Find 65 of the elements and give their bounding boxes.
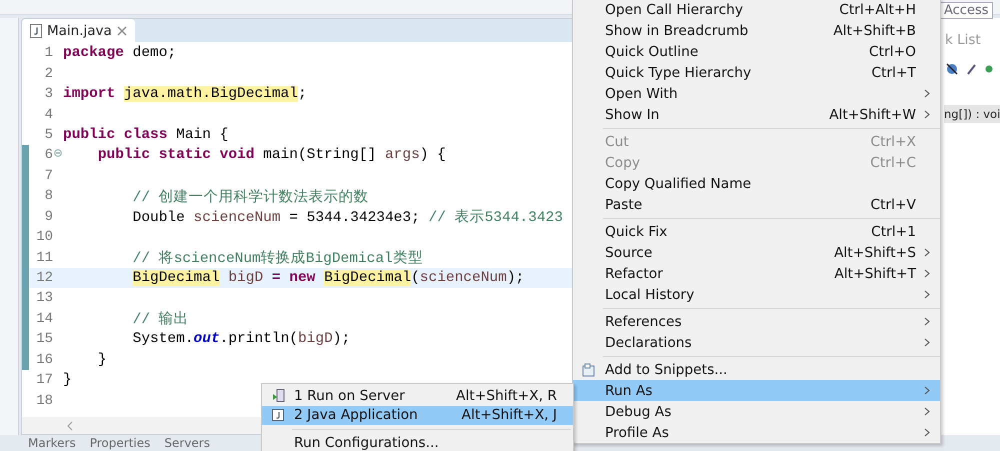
line-number: 16 (35, 352, 53, 368)
line-number: 10 (35, 229, 53, 246)
menu-item[interactable]: Open With (573, 83, 940, 104)
line-number: 2 (44, 66, 53, 82)
close-icon[interactable] (116, 26, 127, 36)
menu-item[interactable]: Declarations (573, 332, 940, 353)
view-tab[interactable]: Servers (164, 436, 210, 450)
globe-icon[interactable] (945, 62, 959, 76)
code-line: } (96, 352, 107, 368)
menu-item[interactable]: References (573, 311, 940, 332)
code-line: // 将scienceNum转换成BigDemical类型 (132, 249, 423, 268)
menu-item[interactable]: Quick Type Hierarchy Ctrl+T (573, 62, 940, 83)
line-number: 8 (44, 188, 53, 204)
line-number: 7 (44, 168, 53, 184)
menu-item[interactable]: Quick Outline Ctrl+O (573, 41, 940, 62)
menu-item[interactable]: Show In Alt+Shift+W (573, 104, 940, 125)
menu-item[interactable]: Refactor Alt+Shift+T (573, 263, 940, 284)
menu-item[interactable]: Copy Qualified Name (573, 173, 940, 194)
code-line: public class Main { (63, 126, 228, 143)
code-line: public static void main(String[] args) { (96, 147, 446, 164)
code-line: } (63, 372, 72, 388)
view-tab[interactable]: Markers (28, 436, 76, 450)
line-number: 18 (35, 392, 53, 409)
code-line: System.out.println(bigD); (132, 331, 350, 348)
outline-row[interactable]: ng[]) : voi (944, 105, 1000, 123)
scroll-left-icon[interactable] (66, 420, 74, 430)
line-number: 5 (44, 126, 53, 143)
line-number: 14 (35, 310, 53, 327)
quick-access-field[interactable]: Access (940, 2, 993, 19)
java-app-icon (272, 409, 284, 422)
line-number: 3 (44, 86, 53, 102)
code-line: // 输出 (132, 310, 189, 328)
menu-item[interactable]: 1 Run on Server Alt+Shift+X, R (262, 386, 573, 406)
menu-item[interactable]: Source Alt+Shift+S (573, 242, 940, 263)
menu-item[interactable]: Run Configurations... (262, 433, 573, 451)
line-number: 9 (44, 208, 53, 225)
server-icon (272, 389, 284, 402)
code-line: BigDecimal bigD = new BigDecimal(scienceNum); (132, 270, 524, 286)
menu-item[interactable]: Run As (573, 380, 940, 401)
editor-tab[interactable]: Main.java (22, 19, 135, 42)
code-line: // 创建一个用科学计数法表示的数 (132, 188, 369, 206)
line-number: 11 (35, 250, 53, 266)
menu-item[interactable]: Debug As (573, 401, 940, 422)
line-number: 15 (35, 331, 53, 348)
menu-item[interactable]: Show in Breadcrumb Alt+Shift+B (573, 20, 940, 41)
line-number: 17 (35, 372, 53, 388)
code-line: Double scienceNum = 5344.34234e3; // 表示5344.3423 (132, 208, 563, 226)
line-number: 4 (44, 106, 53, 123)
collapse-icon[interactable] (54, 149, 62, 158)
dot-icon[interactable] (985, 65, 993, 73)
menu-item[interactable]: 2 Java Application Alt+Shift+X, J (262, 406, 573, 425)
java-file-icon (30, 24, 42, 38)
line-number: 13 (35, 290, 53, 306)
menu-item[interactable]: Quick Fix Ctrl+1 (573, 221, 940, 242)
line-number: 6 (44, 147, 53, 164)
line-number: 12 (35, 270, 53, 286)
menu-item[interactable]: Paste Ctrl+V (573, 194, 940, 215)
menu-item[interactable]: Open Call Hierarchy Ctrl+Alt+H (573, 0, 940, 20)
menu-item[interactable]: Profile As (573, 422, 940, 443)
code-line: package demo; (63, 45, 176, 62)
line-number: 1 (44, 45, 53, 62)
snippet-icon (582, 362, 596, 376)
view-tab[interactable]: Properties (90, 436, 150, 450)
menu-item[interactable]: Local History (573, 284, 940, 305)
menu-item[interactable]: Add to Snippets... (573, 359, 940, 380)
